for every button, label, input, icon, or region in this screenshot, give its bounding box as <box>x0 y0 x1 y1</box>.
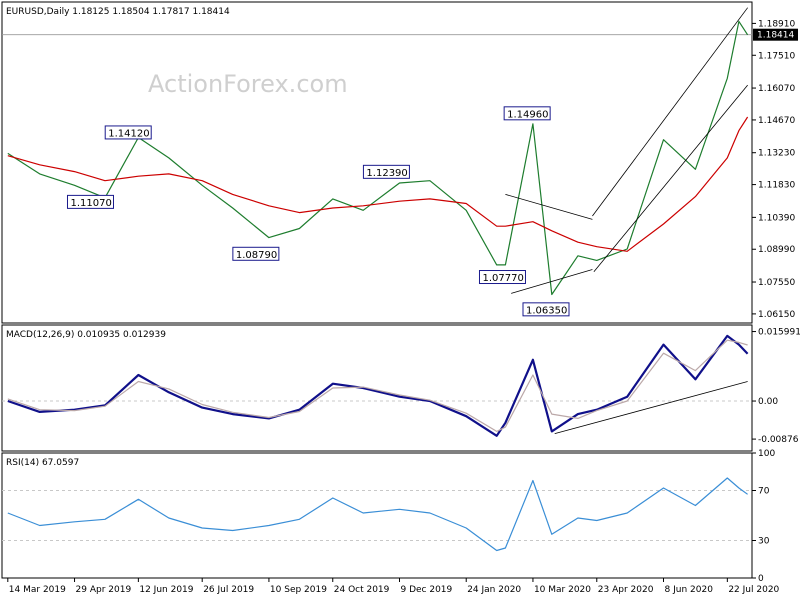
current-price-label: 1.18414 <box>757 31 794 41</box>
watermark: ActionForex.com <box>148 70 348 98</box>
price-label: 1.14960 <box>507 109 548 120</box>
xtick-label: 29 Apr 2019 <box>76 585 132 595</box>
price-label: 1.12390 <box>366 168 407 179</box>
rsi-ytick-label: 100 <box>758 449 775 459</box>
macd-trendline <box>554 381 748 435</box>
price-label: 1.07770 <box>482 273 523 284</box>
price-ytick-label: 1.08990 <box>758 245 795 255</box>
rsi-panel <box>1 452 753 579</box>
price-label: 1.11070 <box>70 198 111 209</box>
rsi-line <box>7 477 748 552</box>
macd-ytick-label: 0.015991 <box>758 328 800 338</box>
price-ytick-label: 1.06150 <box>758 310 795 320</box>
xtick-label: 10 Sep 2019 <box>270 585 327 595</box>
price-ytick-label: 1.13230 <box>758 149 795 159</box>
rsi-panel-title: RSI(14) 67.0597 <box>6 458 79 468</box>
price-trendline <box>593 84 748 273</box>
xtick-label: 23 Apr 2020 <box>598 585 654 595</box>
macd-ytick-label: -0.00876 <box>758 435 799 445</box>
price-panel-title: EURUSD,Daily 1.18125 1.18504 1.17817 1.1… <box>6 7 230 17</box>
trendline-layer <box>505 7 748 435</box>
price-label: 1.08790 <box>236 250 277 261</box>
series-layer <box>7 20 749 552</box>
xtick-label: 8 Jun 2020 <box>665 585 714 595</box>
xtick-label: 24 Jan 2020 <box>467 585 521 595</box>
rsi-ytick-label: 0 <box>758 574 764 584</box>
xtick-label: 10 Mar 2020 <box>534 585 591 595</box>
xtick-label: 14 Mar 2019 <box>9 585 66 595</box>
xtick-label: 12 Jun 2019 <box>139 585 193 595</box>
price-ytick-label: 1.18910 <box>758 19 795 29</box>
xtick-label: 26 Jul 2019 <box>203 585 254 595</box>
macd-signal-line <box>7 339 748 432</box>
grid-layer <box>2 34 752 541</box>
price-trendline <box>592 7 748 217</box>
price-ytick-label: 1.14670 <box>758 116 795 126</box>
price-ytick-label: 1.11830 <box>758 181 795 191</box>
axes-layer: 1.18910 1.17510 1.16070 1.14670 1.13230 1.118… <box>7 19 800 595</box>
macd-ytick-label: 0.00 <box>758 397 778 407</box>
price-ytick-label: 1.07550 <box>758 278 795 288</box>
macd-panel-title: MACD(12,26,9) 0.010935 0.012939 <box>6 330 166 340</box>
price-panel <box>1 1 753 324</box>
rsi-ytick-label: 30 <box>758 537 770 547</box>
price-label: 1.06350 <box>526 305 567 316</box>
xtick-label: 9 Dec 2019 <box>400 585 452 595</box>
rsi-ytick-label: 70 <box>758 487 770 497</box>
macd-line <box>7 334 749 437</box>
price-line <box>7 20 749 296</box>
xtick-label: 22 Jul 2020 <box>728 585 779 595</box>
price-ytick-label: 1.16070 <box>758 84 795 94</box>
price-ytick-label: 1.10390 <box>758 213 795 223</box>
price-label: 1.14120 <box>108 128 149 139</box>
eurusd-chart: ActionForex.com 1.141201.110701.087901.1… <box>1 1 800 595</box>
price-ytick-label: 1.17510 <box>758 51 795 61</box>
xtick-label: 24 Oct 2019 <box>334 585 390 595</box>
macd-panel <box>1 324 753 452</box>
price-trendline <box>505 193 593 220</box>
